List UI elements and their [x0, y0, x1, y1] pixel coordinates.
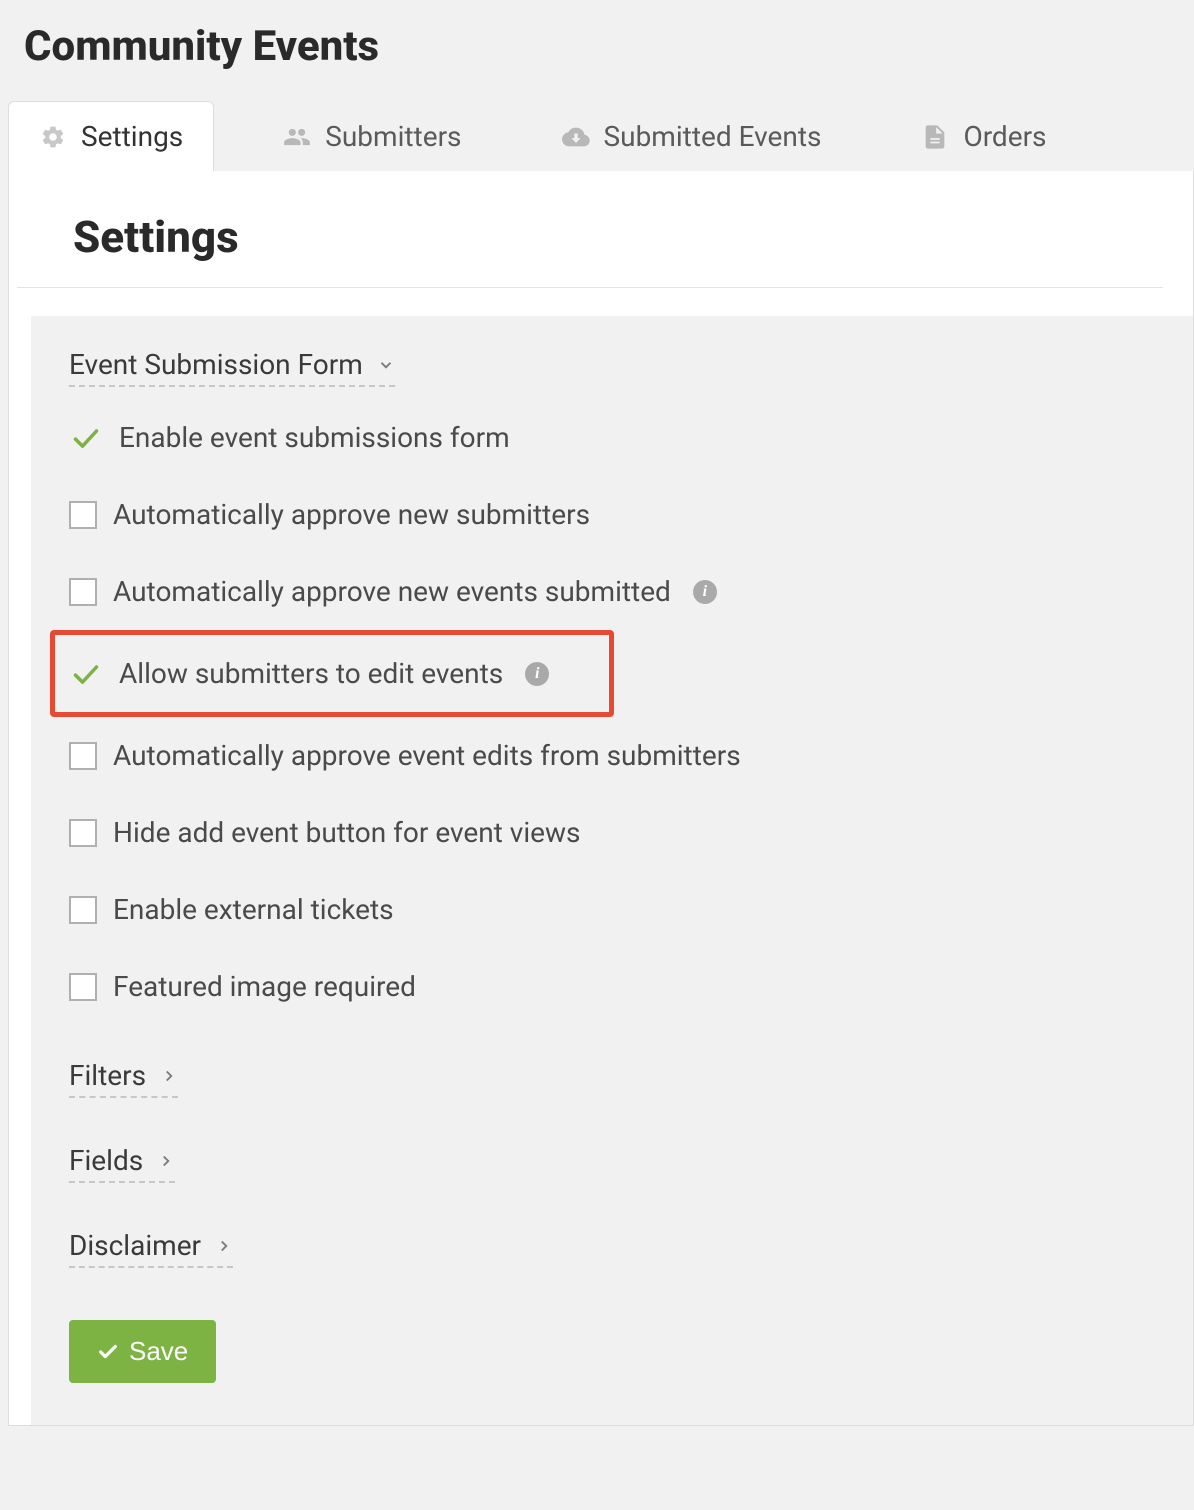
- checkbox[interactable]: [69, 742, 97, 770]
- checkbox[interactable]: [69, 819, 97, 847]
- tab-submitters[interactable]: Submitters: [252, 101, 492, 171]
- option-label: Automatically approve new events submitt…: [113, 575, 671, 608]
- checkbox[interactable]: [69, 501, 97, 529]
- chevron-down-icon: [377, 356, 395, 374]
- option-label: Hide add event button for event views: [113, 816, 581, 849]
- option-label: Enable event submissions form: [119, 421, 510, 454]
- chevron-right-icon: [157, 1152, 175, 1170]
- option-row: Automatically approve new events submitt…: [69, 553, 1193, 630]
- expander-label: Event Submission Form: [69, 348, 363, 381]
- options-list: Enable event submissions form Automatical…: [69, 399, 1193, 1025]
- expander-fields[interactable]: Fields: [69, 1144, 175, 1183]
- tab-label: Orders: [963, 120, 1046, 153]
- content-panel: Settings Event Submission Form Enable ev…: [8, 171, 1194, 1426]
- checkbox-checked-icon[interactable]: [69, 424, 103, 452]
- option-label: Automatically approve event edits from s…: [113, 739, 741, 772]
- save-button-label: Save: [129, 1336, 188, 1367]
- option-row: Enable external tickets: [69, 871, 1193, 948]
- expander-filters[interactable]: Filters: [69, 1059, 178, 1098]
- expander-event-submission-form[interactable]: Event Submission Form: [69, 348, 395, 387]
- checkbox-checked-icon[interactable]: [69, 660, 103, 688]
- gear-icon: [39, 123, 67, 151]
- option-row: Automatically approve event edits from s…: [69, 717, 1193, 794]
- settings-panel: Event Submission Form Enable event submi…: [31, 316, 1193, 1425]
- checkbox[interactable]: [69, 896, 97, 924]
- option-label: Featured image required: [113, 970, 416, 1003]
- option-row: Enable event submissions form: [69, 399, 1193, 476]
- checkbox[interactable]: [69, 578, 97, 606]
- chevron-right-icon: [215, 1237, 233, 1255]
- users-icon: [283, 123, 311, 151]
- check-icon: [97, 1341, 119, 1363]
- option-row: Hide add event button for event views: [69, 794, 1193, 871]
- tab-orders[interactable]: Orders: [890, 101, 1077, 171]
- expander-label: Fields: [69, 1144, 143, 1177]
- tab-submitted-events[interactable]: Submitted Events: [531, 101, 853, 171]
- expander-disclaimer[interactable]: Disclaimer: [69, 1229, 233, 1268]
- info-icon[interactable]: i: [525, 662, 549, 686]
- chevron-right-icon: [160, 1067, 178, 1085]
- option-label: Enable external tickets: [113, 893, 394, 926]
- checkbox[interactable]: [69, 973, 97, 1001]
- document-icon: [921, 123, 949, 151]
- tab-label: Submitters: [325, 120, 461, 153]
- tabs-bar: Settings Submitters Submitted Events Ord…: [0, 101, 1194, 171]
- expander-label: Disclaimer: [69, 1229, 201, 1262]
- expander-label: Filters: [69, 1059, 146, 1092]
- option-row: Featured image required: [69, 948, 1193, 1025]
- section-title: Settings: [17, 211, 1163, 288]
- tab-label: Settings: [81, 120, 183, 153]
- option-row: Allow submitters to edit events i: [50, 630, 614, 717]
- option-label: Allow submitters to edit events: [119, 657, 503, 690]
- option-row: Automatically approve new submitters: [69, 476, 1193, 553]
- tab-label: Submitted Events: [604, 120, 822, 153]
- save-button[interactable]: Save: [69, 1320, 216, 1383]
- info-icon[interactable]: i: [693, 580, 717, 604]
- page-title: Community Events: [0, 0, 1194, 101]
- option-label: Automatically approve new submitters: [113, 498, 590, 531]
- cloud-download-icon: [562, 123, 590, 151]
- tab-settings[interactable]: Settings: [8, 101, 214, 171]
